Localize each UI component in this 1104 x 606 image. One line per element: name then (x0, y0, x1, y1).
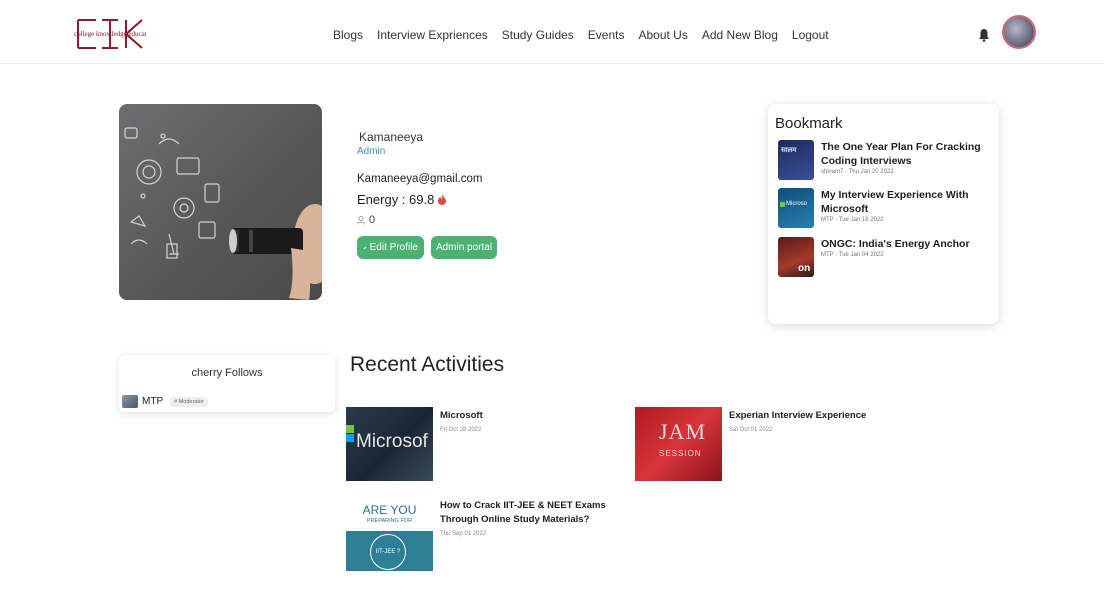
bookmark-thumbnail: on (778, 237, 814, 277)
edit-profile-button[interactable]: Edit Profile (357, 236, 424, 259)
nav-study-guides[interactable]: Study Guides (502, 28, 574, 42)
activity-thumb-subtext: SESSION (659, 449, 702, 458)
activity-thumb-circle: IIT-JEE ? (370, 534, 406, 570)
bookmark-item-meta: MTP - Tue Jan 04 2022 (821, 252, 884, 258)
logo-text: college knowledge education (74, 30, 146, 38)
moderator-badge: # Moderator (170, 396, 208, 407)
camera-doodle-illustration (124, 127, 322, 300)
bookmark-title: Bookmark (775, 115, 843, 132)
activity-title[interactable]: Experian Interview Experience (729, 409, 919, 423)
microsoft-logo-square (780, 202, 785, 207)
bookmark-item-meta: MTP - Tue Jan 18 2022 (821, 217, 884, 223)
activity-date: Sat Oct 01 2022 (729, 427, 773, 433)
activity-date: Thu Sep 01 2022 (440, 531, 487, 537)
nav-blogs[interactable]: Blogs (333, 28, 363, 42)
nav-events[interactable]: Events (588, 28, 625, 42)
activity-title[interactable]: Microsoft (440, 409, 630, 423)
bell-icon[interactable] (978, 28, 990, 42)
activity-thumbnail: Microsof (346, 407, 433, 481)
bookmark-item-title[interactable]: ONGC: India's Energy Anchor (821, 237, 993, 251)
nav-interview-experiences[interactable]: Interview Expriences (377, 28, 488, 42)
recent-activities-title: Recent Activities (350, 353, 505, 376)
activity-thumb-text: Microsof (356, 431, 428, 452)
activity-date: Fri Oct 28 2022 (440, 427, 482, 433)
nav-about-us[interactable]: About Us (638, 28, 687, 42)
admin-portal-button[interactable]: Admin portal (431, 236, 497, 259)
activity-thumb-subtext: PREPARING FOR (366, 518, 413, 524)
energy-value: Energy : 69.8 (357, 192, 435, 207)
bookmark-thumb-text: on (798, 263, 811, 274)
follows-title: cherry Follows (191, 367, 263, 379)
microsoft-logo-square (346, 434, 354, 442)
follow-avatar (122, 395, 138, 408)
bookmark-thumb-text: Microso (786, 201, 808, 207)
edit-profile-label: Edit Profile (369, 242, 418, 253)
bookmark-thumbnail: Microso (778, 188, 814, 228)
top-navbar: college knowledge education Blogs Interv… (0, 0, 1104, 64)
main-nav: Blogs Interview Expriences Study Guides … (333, 28, 829, 42)
follow-count-value: 0 (369, 214, 376, 226)
flame-icon (438, 194, 447, 205)
bookmark-item-title[interactable]: My Interview Experience With Microsoft (821, 188, 993, 216)
profile-cover-image (119, 104, 322, 300)
follow-name[interactable]: MTP (142, 396, 163, 407)
user-icon (357, 215, 365, 225)
profile-name: Kamaneeya (359, 130, 424, 144)
profile-energy: Energy : 69.8 (357, 192, 447, 207)
bookmark-thumb-text: सालम (781, 147, 797, 154)
activity-thumb-text: ARE YOU (362, 503, 417, 517)
nav-add-new-blog[interactable]: Add New Blog (702, 28, 778, 42)
site-logo[interactable]: college knowledge education (74, 14, 146, 54)
activity-thumbnail: ARE YOU PREPARING FOR IIT-JEE ? (346, 497, 433, 571)
activity-thumbnail: JAM SESSION (635, 407, 722, 481)
nav-logout[interactable]: Logout (792, 28, 829, 42)
profile-role: Admin (357, 146, 386, 157)
bookmark-thumbnail: सालम (778, 140, 814, 180)
activity-title[interactable]: How to Crack IIT-JEE & NEET Exams Throug… (440, 499, 620, 527)
pencil-icon (363, 246, 367, 249)
follow-item[interactable]: MTP # Moderator (122, 395, 208, 408)
microsoft-logo-square (346, 425, 354, 433)
bookmark-item-meta: shivam7 - Thu Jan 20 2022 (821, 169, 894, 175)
user-avatar[interactable] (1002, 15, 1036, 49)
follows-card: cherry Follows MTP # Moderator (119, 355, 335, 412)
profile-follow-count: 0 (357, 214, 375, 226)
bookmark-card: Bookmark सालम The One Year Plan For Crac… (768, 104, 999, 324)
bookmark-item-title[interactable]: The One Year Plan For Cracking Coding In… (821, 140, 993, 168)
profile-email: Kamaneeya@gmail.com (357, 173, 483, 185)
activity-thumb-text: JAM (659, 419, 707, 444)
